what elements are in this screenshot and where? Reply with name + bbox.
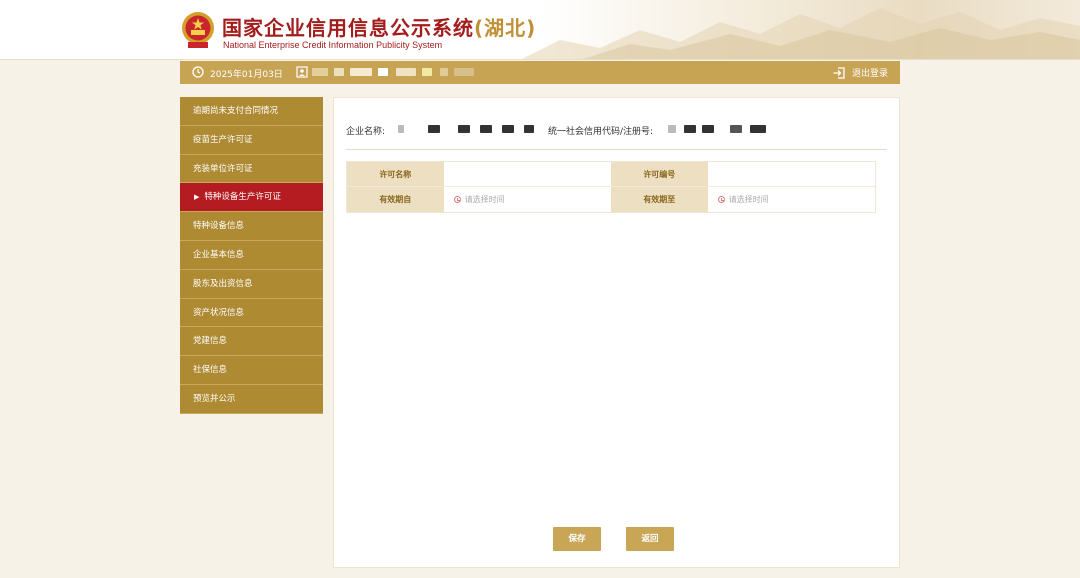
valid-from-placeholder: 请选择时间 (464, 195, 505, 204)
redacted-text (730, 125, 742, 133)
sidebar-item-assets[interactable]: 资产状况信息 (180, 298, 323, 328)
sidebar-item-special-equipment-license[interactable]: ▶ 特种设备生产许可证 (180, 183, 323, 213)
logout-label: 退出登录 (851, 69, 888, 79)
valid-from-label: 有效期自 (347, 187, 444, 212)
sidebar-item-label: 企业基本信息 (193, 249, 245, 260)
sidebar-item-label: 充装单位许可证 (193, 163, 253, 174)
sidebar-item-basic-info[interactable]: 企业基本信息 (180, 240, 323, 270)
save-button[interactable]: 保存 (553, 527, 601, 551)
company-name-label: 企业名称: (346, 127, 386, 137)
sidebar-item-special-equipment-info[interactable]: 特种设备信息 (180, 212, 323, 241)
redacted-text (684, 125, 696, 133)
back-button[interactable]: 返回 (626, 527, 674, 551)
redacted-text (750, 125, 766, 133)
logout-icon (833, 66, 845, 79)
redacted-text (524, 125, 534, 133)
sidebar-item-shareholders[interactable]: 股东及出资信息 (180, 269, 323, 299)
redacted-company-name (398, 125, 404, 133)
sidebar-item-label: 特种设备信息 (193, 221, 245, 232)
redacted-credit-code (668, 125, 676, 133)
company-info-row: 企业名称: 统一社会信用代码/注册号: (346, 122, 887, 150)
license-name-label: 许可名称 (347, 162, 444, 186)
sidebar-item-label: 疫苗生产许可证 (193, 134, 253, 145)
site-subtitle: National Enterprise Credit Information P… (223, 40, 443, 50)
sidebar-item-label: 资产状况信息 (193, 307, 245, 318)
current-date: 2025年01月03日 (210, 70, 283, 80)
user-bar: 2025年01月03日 退出登录 (180, 61, 900, 84)
valid-to-placeholder: 请选择时间 (728, 195, 769, 204)
form-row: 有效期自 请选择时间 有效期至 请选择时间 (347, 187, 875, 212)
site-title-region: (湖北) (474, 16, 537, 40)
sidebar-item-social-security[interactable]: 社保信息 (180, 356, 323, 385)
redacted-text (458, 125, 470, 133)
valid-from-picker[interactable]: 请选择时间 (444, 187, 611, 212)
sidebar-item-overdue-contracts[interactable]: 逾期尚未支付合同情况 (180, 97, 323, 126)
clock-icon (192, 66, 204, 78)
license-name-input[interactable] (443, 162, 611, 187)
redacted-text (502, 125, 514, 133)
sidebar-item-label: 党建信息 (193, 336, 228, 347)
national-emblem-icon (182, 12, 214, 48)
site-title-main: 国家企业信用信息公示系统 (222, 16, 474, 40)
main-panel: 企业名称: 统一社会信用代码/注册号: 许可名称 许可编号 有效期自 请选择时间 (333, 97, 900, 568)
credit-code-label: 统一社会信用代码/注册号: (548, 127, 654, 137)
valid-to-picker[interactable]: 请选择时间 (708, 187, 875, 212)
clock-icon (453, 196, 461, 203)
sidebar-item-party-building[interactable]: 党建信息 (180, 327, 323, 357)
valid-to-label: 有效期至 (611, 187, 708, 212)
user-icon (296, 66, 308, 78)
clock-icon (717, 196, 725, 203)
license-name-cell (443, 162, 611, 187)
logout-button[interactable]: 退出登录 (832, 64, 888, 81)
sidebar-item-preview-publish[interactable]: 预览并公示 (180, 384, 323, 414)
redacted-text (480, 125, 492, 133)
sidebar-item-vaccine-license[interactable]: 疫苗生产许可证 (180, 125, 323, 155)
site-title: 国家企业信用信息公示系统(湖北) (222, 12, 536, 41)
redacted-text (428, 125, 440, 133)
sidebar-item-filling-license[interactable]: 充装单位许可证 (180, 154, 323, 184)
redacted-user-name (312, 68, 492, 77)
license-no-cell (707, 162, 875, 187)
caret-right-icon: ▶ (194, 193, 200, 202)
redacted-text (702, 125, 714, 133)
sidebar-item-label: 社保信息 (193, 365, 228, 376)
sidebar-item-label: 逾期尚未支付合同情况 (193, 106, 279, 116)
license-no-label: 许可编号 (611, 162, 708, 186)
mountain-banner-image (522, 8, 1080, 59)
sidebar-item-label: 特种设备生产许可证 (204, 192, 281, 203)
sidebar-menu: 逾期尚未支付合同情况 疫苗生产许可证 充装单位许可证 ▶ 特种设备生产许可证 特种… (180, 97, 323, 414)
license-no-input[interactable] (707, 162, 875, 187)
sidebar-item-label: 股东及出资信息 (193, 278, 253, 289)
form-row: 许可名称 许可编号 (347, 162, 875, 187)
sidebar-item-label: 预览并公示 (193, 393, 236, 404)
license-form-table: 许可名称 许可编号 有效期自 请选择时间 有效期至 请选择时间 (346, 161, 876, 213)
site-header: 国家企业信用信息公示系统(湖北) National Enterprise Cre… (0, 0, 1080, 60)
